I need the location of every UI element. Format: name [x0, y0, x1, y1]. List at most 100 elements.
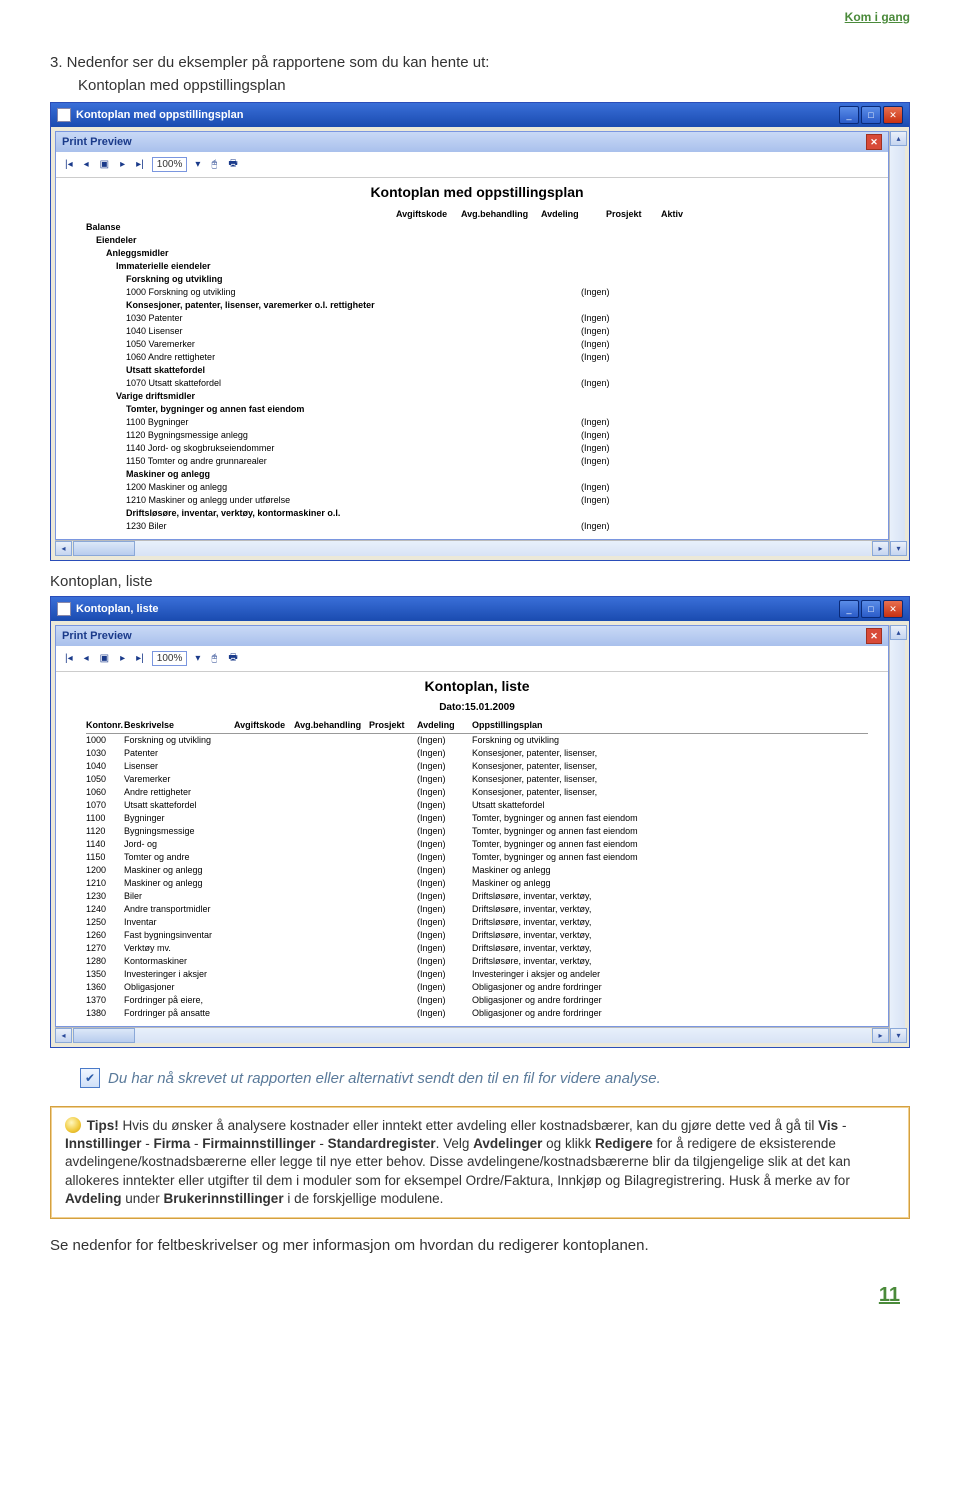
report2-row: 1060Andre rettigheter(Ingen)Konsesjoner,…: [86, 786, 868, 799]
vertical-scrollbar[interactable]: ▴ ▾: [889, 625, 905, 1043]
report2-row: 1210Maskiner og anlegg(Ingen)Maskiner og…: [86, 877, 868, 890]
report1-row: Forskning og utvikling: [86, 273, 868, 286]
report1-row: 1150 Tomter og andre grunnarealer(Ingen): [86, 455, 868, 468]
report2-row: 1040Lisenser(Ingen)Konsesjoner, patenter…: [86, 760, 868, 773]
tips-label: Tips!: [87, 1118, 119, 1133]
mouse-icon[interactable]: 🖰: [208, 158, 220, 171]
report1-row: 1030 Patenter(Ingen): [86, 312, 868, 325]
report2-row: 1120Bygningsmessige(Ingen)Tomter, bygnin…: [86, 825, 868, 838]
last-page-icon[interactable]: ▸|: [133, 158, 147, 171]
mouse-icon[interactable]: 🖰: [208, 652, 220, 665]
goto-page-icon[interactable]: ▣: [97, 158, 112, 171]
zoom-input[interactable]: 100%: [152, 651, 188, 666]
preview-header: Print Preview ✕: [56, 132, 888, 152]
scroll-right-icon[interactable]: ▸: [872, 541, 889, 556]
report2-date: Dato:15.01.2009: [86, 702, 868, 713]
report2-row: 1100Bygninger(Ingen)Tomter, bygninger og…: [86, 812, 868, 825]
report2-row: 1150Tomter og andre(Ingen)Tomter, bygnin…: [86, 851, 868, 864]
report1-row: Maskiner og anlegg: [86, 468, 868, 481]
minimize-button[interactable]: _: [839, 106, 859, 124]
titlebar: Kontoplan, liste _ □ ✕: [51, 597, 909, 621]
report1-row: 1050 Varemerker(Ingen): [86, 338, 868, 351]
report1-row: 1060 Andre rettigheter(Ingen): [86, 351, 868, 364]
doc-icon: [57, 602, 71, 616]
scroll-up-icon[interactable]: ▴: [890, 625, 907, 640]
prev-page-icon[interactable]: ◂: [81, 158, 92, 171]
report2-row: 1250Inventar(Ingen)Driftsløsøre, inventa…: [86, 916, 868, 929]
zoom-dropdown-icon[interactable]: ▾: [192, 158, 203, 171]
report2-row: 1200Maskiner og anlegg(Ingen)Maskiner og…: [86, 864, 868, 877]
minimize-button[interactable]: _: [839, 600, 859, 618]
report1-row: 1200 Maskiner og anlegg(Ingen): [86, 481, 868, 494]
prev-page-icon[interactable]: ◂: [81, 652, 92, 665]
titlebar: Kontoplan med oppstillingsplan _ □ ✕: [51, 103, 909, 127]
horizontal-scrollbar[interactable]: ◂ ▸: [55, 540, 889, 556]
intro-sub: Kontoplan med oppstillingsplan: [78, 77, 910, 94]
report2-row: 1140Jord- og(Ingen)Tomter, bygninger og …: [86, 838, 868, 851]
report2-row: 1280Kontormaskiner(Ingen)Driftsløsøre, i…: [86, 955, 868, 968]
preview-header: Print Preview ✕: [56, 626, 888, 646]
report2-row: 1370Fordringer på eiere,(Ingen)Obligasjo…: [86, 994, 868, 1007]
tips-box: Tips! Hvis du ønsker å analysere kostnad…: [50, 1106, 910, 1219]
vertical-scrollbar[interactable]: ▴ ▾: [889, 131, 905, 556]
preview-close-icon[interactable]: ✕: [866, 628, 882, 644]
next-page-icon[interactable]: ▸: [117, 652, 128, 665]
report1-row: 1070 Utsatt skattefordel(Ingen): [86, 377, 868, 390]
report1-row: Eiendeler: [86, 234, 868, 247]
first-page-icon[interactable]: |◂: [62, 652, 76, 665]
print-icon[interactable]: 🖶: [225, 155, 240, 174]
zoom-dropdown-icon[interactable]: ▾: [192, 652, 203, 665]
report1-row: 1000 Forskning og utvikling(Ingen): [86, 286, 868, 299]
report2-row: 1350Investeringer i aksjer(Ingen)Investe…: [86, 968, 868, 981]
scroll-down-icon[interactable]: ▾: [890, 1028, 907, 1043]
report1-row: 1040 Lisenser(Ingen): [86, 325, 868, 338]
report1-row: 1100 Bygninger(Ingen): [86, 416, 868, 429]
scroll-left-icon[interactable]: ◂: [55, 541, 72, 556]
report2-row: 1360Obligasjoner(Ingen)Obligasjoner og a…: [86, 981, 868, 994]
report2-headers: Kontonr. Beskrivelse Avgiftskode Avg.beh…: [86, 719, 868, 734]
scroll-right-icon[interactable]: ▸: [872, 1028, 889, 1043]
close-button[interactable]: ✕: [883, 600, 903, 618]
horizontal-scrollbar[interactable]: ◂ ▸: [55, 1027, 889, 1043]
report2-title: Kontoplan, liste: [86, 678, 868, 694]
preview-close-icon[interactable]: ✕: [866, 134, 882, 150]
scroll-left-icon[interactable]: ◂: [55, 1028, 72, 1043]
report2-row: 1070Utsatt skattefordel(Ingen)Utsatt ska…: [86, 799, 868, 812]
scroll-up-icon[interactable]: ▴: [890, 131, 907, 146]
report2-row: 1270Verktøy mv.(Ingen)Driftsløsøre, inve…: [86, 942, 868, 955]
report1-body: Kontoplan med oppstillingsplan Avgiftsko…: [56, 178, 888, 539]
report1-title: Kontoplan med oppstillingsplan: [86, 184, 868, 200]
doc-icon: [57, 108, 71, 122]
lightbulb-icon: [65, 1117, 81, 1133]
maximize-button[interactable]: □: [861, 106, 881, 124]
last-page-icon[interactable]: ▸|: [133, 652, 147, 665]
checkmark-icon: ✔: [80, 1068, 100, 1088]
window-title: Kontoplan med oppstillingsplan: [76, 109, 243, 121]
maximize-button[interactable]: □: [861, 600, 881, 618]
print-icon[interactable]: 🖶: [225, 649, 240, 668]
report1-row: Utsatt skattefordel: [86, 364, 868, 377]
report1-row: Balanse: [86, 221, 868, 234]
caption-2: Kontoplan, liste: [50, 573, 910, 590]
zoom-input[interactable]: 100%: [152, 157, 188, 172]
report2-body: Kontoplan, liste Dato:15.01.2009 Kontonr…: [56, 672, 888, 1026]
report1-row: Immaterielle eiendeler: [86, 260, 868, 273]
report1-row: 1210 Maskiner og anlegg under utførelse(…: [86, 494, 868, 507]
preview-toolbar: |◂ ◂ ▣ ▸ ▸| 100% ▾ 🖰 🖶: [56, 152, 888, 178]
report1-row: 1140 Jord- og skogbrukseiendommer(Ingen): [86, 442, 868, 455]
goto-page-icon[interactable]: ▣: [97, 652, 112, 665]
report1-row: Konsesjoner, patenter, lisenser, varemer…: [86, 299, 868, 312]
header-link[interactable]: Kom i gang: [0, 0, 960, 24]
window-title: Kontoplan, liste: [76, 603, 159, 615]
intro-line: 3. Nedenfor ser du eksempler på rapporte…: [50, 54, 910, 71]
report1-row: Varige driftsmidler: [86, 390, 868, 403]
scroll-down-icon[interactable]: ▾: [890, 541, 907, 556]
report2-row: 1230Biler(Ingen)Driftsløsøre, inventar, …: [86, 890, 868, 903]
close-button[interactable]: ✕: [883, 106, 903, 124]
footer-text: Se nedenfor for feltbeskrivelser og mer …: [50, 1237, 910, 1254]
report2-row: 1240Andre transportmidler(Ingen)Driftslø…: [86, 903, 868, 916]
next-page-icon[interactable]: ▸: [117, 158, 128, 171]
first-page-icon[interactable]: |◂: [62, 158, 76, 171]
note-row: ✔ Du har nå skrevet ut rapporten eller a…: [80, 1068, 910, 1088]
report1-row: 1120 Bygningsmessige anlegg(Ingen): [86, 429, 868, 442]
